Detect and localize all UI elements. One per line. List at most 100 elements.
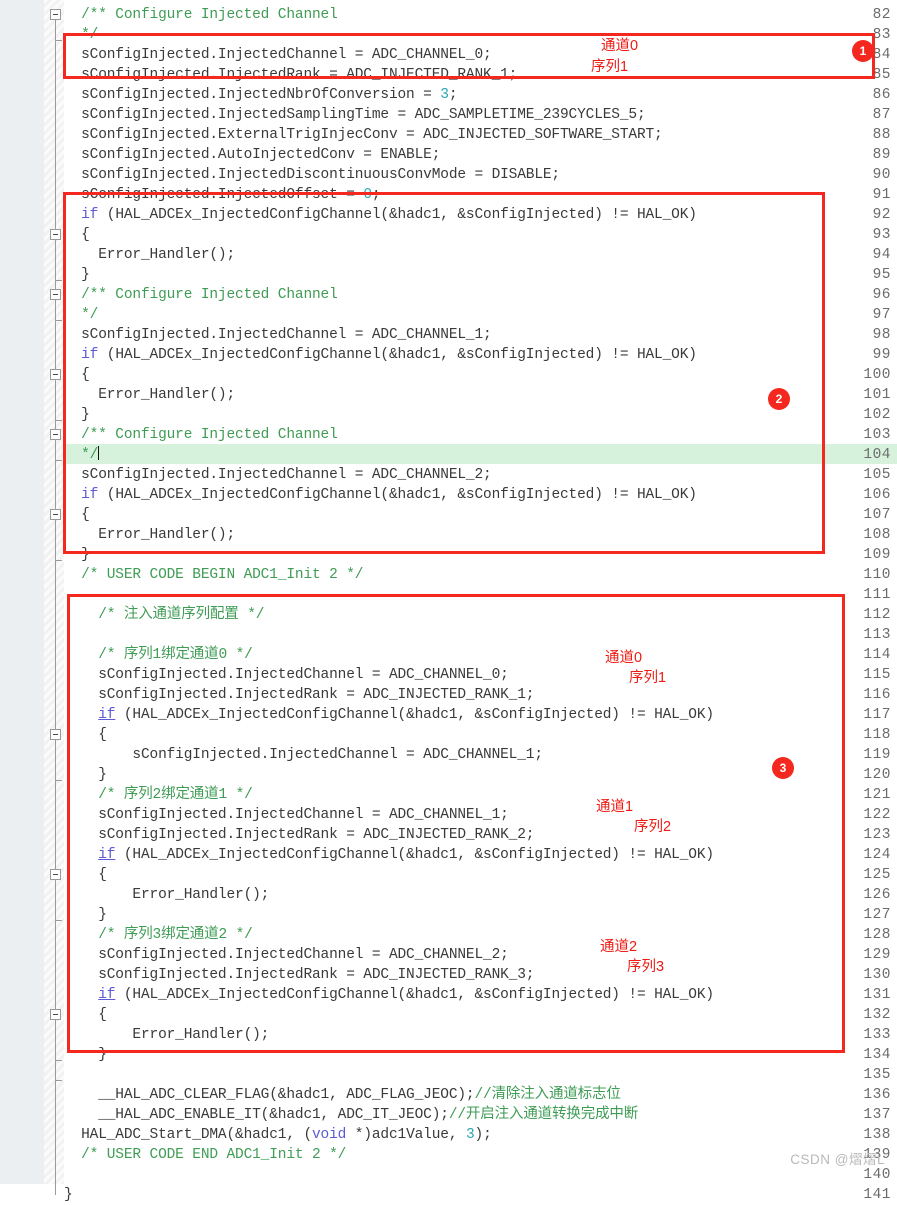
fold-collapse-icon[interactable] [50, 229, 61, 240]
code-line[interactable]: } [64, 405, 90, 425]
code-line[interactable]: /* 序列2绑定通道1 */ [64, 785, 253, 805]
note-rank-2-b3: 序列2 [634, 819, 672, 835]
code-token-plain: } [64, 267, 90, 283]
code-line[interactable]: Error_Handler(); [64, 1025, 269, 1045]
annotation-badge-2: 2 [768, 388, 790, 410]
code-line[interactable]: sConfigInjected.InjectedOffset = 0; [64, 185, 380, 205]
code-line[interactable]: Error_Handler(); [64, 385, 235, 405]
fold-collapse-icon[interactable] [50, 509, 61, 520]
code-token-cmt: /* 注入通道序列配置 */ [64, 607, 265, 623]
code-token-cmt: /** Configure Injected Channel [64, 287, 338, 303]
code-token-plain: (HAL_ADCEx_InjectedConfigChannel(&hadc1,… [98, 347, 697, 363]
code-token-plain: (HAL_ADCEx_InjectedConfigChannel(&hadc1,… [115, 987, 714, 1003]
code-token-cmt: //清除注入通道标志位 [474, 1087, 621, 1103]
code-editor[interactable]: 82 83 84 85 86 87 88 89 90 91 92 93 94 95 96 97 98 99 100 1… [0, 0, 897, 1203]
code-line[interactable]: } [64, 765, 107, 785]
code-token-plain: sConfigInjected.AutoInjectedConv = ENABL… [64, 147, 441, 163]
code-line[interactable]: { [64, 505, 90, 525]
text-caret [98, 446, 100, 460]
code-token-plain: __HAL_ADC_CLEAR_FLAG(&hadc1, ADC_FLAG_JE… [64, 1087, 475, 1103]
code-line[interactable]: HAL_ADC_Start_DMA(&hadc1, (void *)adc1Va… [64, 1125, 492, 1145]
code-line[interactable]: sConfigInjected.AutoInjectedConv = ENABL… [64, 145, 440, 165]
code-token-plain: (HAL_ADCEx_InjectedConfigChannel(&hadc1,… [115, 707, 714, 723]
code-line[interactable]: { [64, 865, 107, 885]
fold-collapse-icon[interactable] [50, 289, 61, 300]
code-line[interactable]: if (HAL_ADCEx_InjectedConfigChannel(&had… [64, 205, 697, 225]
code-line[interactable]: /** Configure Injected Channel [64, 5, 338, 25]
code-line[interactable]: /* USER CODE END ADC1_Init 2 */ [64, 1145, 346, 1165]
code-token-plain: Error_Handler(); [64, 247, 236, 263]
code-line[interactable]: sConfigInjected.InjectedChannel = ADC_CH… [64, 45, 492, 65]
fold-collapse-icon[interactable] [50, 1009, 61, 1020]
code-token-num: 0 [363, 187, 372, 203]
code-line[interactable]: */ [64, 445, 100, 465]
code-line[interactable]: sConfigInjected.InjectedChannel = ADC_CH… [64, 325, 492, 345]
fold-end-icon [55, 280, 62, 281]
code-line[interactable]: sConfigInjected.InjectedRank = ADC_INJEC… [64, 65, 517, 85]
code-line[interactable]: { [64, 365, 90, 385]
code-token-plain: { [64, 227, 90, 243]
code-token-plain: } [64, 1187, 73, 1203]
fold-end-icon [55, 40, 62, 41]
code-token-plain: sConfigInjected.InjectedChannel = ADC_CH… [64, 467, 492, 483]
code-token-plain: __HAL_ADC_ENABLE_IT(&hadc1, ADC_IT_JEOC)… [64, 1107, 449, 1123]
code-token-cmt: /* USER CODE BEGIN ADC1_Init 2 */ [64, 567, 364, 583]
code-token-plain: { [64, 367, 90, 383]
fold-collapse-icon[interactable] [50, 9, 61, 20]
code-line[interactable]: sConfigInjected.InjectedChannel = ADC_CH… [64, 745, 543, 765]
code-line[interactable]: __HAL_ADC_CLEAR_FLAG(&hadc1, ADC_FLAG_JE… [64, 1085, 621, 1105]
code-line[interactable]: } [64, 545, 90, 565]
note-rank-1-b3: 序列1 [629, 670, 667, 686]
code-token-plain: } [64, 407, 90, 423]
code-line[interactable]: /** Configure Injected Channel [64, 425, 338, 445]
code-line[interactable]: __HAL_ADC_ENABLE_IT(&hadc1, ADC_IT_JEOC)… [64, 1105, 638, 1125]
code-line[interactable]: /* USER CODE BEGIN ADC1_Init 2 */ [64, 565, 363, 585]
code-line[interactable]: if (HAL_ADCEx_InjectedConfigChannel(&had… [64, 705, 714, 725]
fold-collapse-icon[interactable] [50, 369, 61, 380]
code-line[interactable]: /* 序列3绑定通道2 */ [64, 925, 253, 945]
code-line[interactable]: /* 注入通道序列配置 */ [64, 605, 264, 625]
fold-collapse-icon[interactable] [50, 729, 61, 740]
fold-collapse-icon[interactable] [50, 429, 61, 440]
code-token-plain: sConfigInjected.InjectedChannel = ADC_CH… [64, 747, 543, 763]
code-token-cmt: //开启注入通道转换完成中断 [448, 1107, 639, 1123]
code-line[interactable]: if (HAL_ADCEx_InjectedConfigChannel(&had… [64, 345, 697, 365]
code-token-kw: if [81, 207, 99, 223]
code-line[interactable]: sConfigInjected.InjectedDiscontinuousCon… [64, 165, 560, 185]
code-line[interactable]: sConfigInjected.InjectedChannel = ADC_CH… [64, 805, 509, 825]
code-line[interactable]: sConfigInjected.InjectedChannel = ADC_CH… [64, 465, 492, 485]
code-token-cmt: /* 序列2绑定通道1 */ [64, 787, 253, 803]
code-line[interactable]: sConfigInjected.InjectedRank = ADC_INJEC… [64, 825, 534, 845]
code-line[interactable]: if (HAL_ADCEx_InjectedConfigChannel(&had… [64, 845, 714, 865]
code-line[interactable]: Error_Handler(); [64, 525, 235, 545]
code-text-area[interactable]: /** Configure Injected Channel */ sConfi… [64, 0, 897, 1203]
code-line[interactable]: } [64, 905, 107, 925]
code-line[interactable]: } [64, 1185, 73, 1205]
fold-column[interactable] [44, 0, 64, 1184]
code-line[interactable]: Error_Handler(); [64, 245, 235, 265]
code-line[interactable]: */ [64, 305, 98, 325]
code-line[interactable]: sConfigInjected.InjectedNbrOfConversion … [64, 85, 457, 105]
code-line[interactable]: sConfigInjected.InjectedRank = ADC_INJEC… [64, 685, 534, 705]
fold-end-icon [55, 780, 62, 781]
code-line[interactable]: sConfigInjected.InjectedRank = ADC_INJEC… [64, 965, 534, 985]
code-line[interactable]: sConfigInjected.ExternalTrigInjecConv = … [64, 125, 663, 145]
fold-collapse-icon[interactable] [50, 869, 61, 880]
code-token-kwu: if [98, 987, 116, 1003]
code-line[interactable]: } [64, 265, 90, 285]
code-line[interactable]: if (HAL_ADCEx_InjectedConfigChannel(&had… [64, 485, 697, 505]
code-line[interactable]: /** Configure Injected Channel [64, 285, 338, 305]
code-line[interactable]: { [64, 725, 107, 745]
code-line[interactable]: sConfigInjected.InjectedSamplingTime = A… [64, 105, 646, 125]
code-line[interactable]: sConfigInjected.InjectedChannel = ADC_CH… [64, 945, 509, 965]
code-line[interactable]: */ [64, 25, 98, 45]
code-line[interactable]: Error_Handler(); [64, 885, 269, 905]
code-line[interactable]: sConfigInjected.InjectedChannel = ADC_CH… [64, 665, 509, 685]
code-line[interactable]: { [64, 225, 90, 245]
code-line[interactable]: } [64, 1045, 107, 1065]
code-line[interactable]: if (HAL_ADCEx_InjectedConfigChannel(&had… [64, 985, 714, 1005]
code-line[interactable]: { [64, 1005, 107, 1025]
code-line[interactable]: /* 序列1绑定通道0 */ [64, 645, 253, 665]
